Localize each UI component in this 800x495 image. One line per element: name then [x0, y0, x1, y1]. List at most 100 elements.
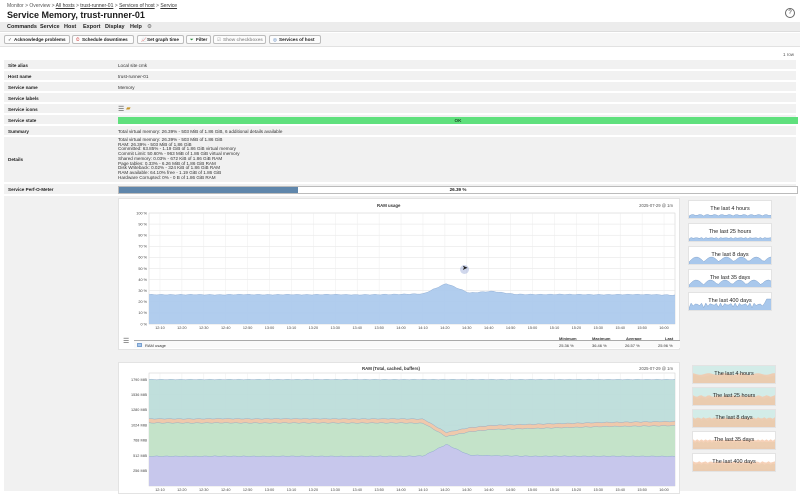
thumb-last-25-hours[interactable]: The last 25 hours [688, 223, 772, 242]
breadcrumb-service[interactable]: Service [160, 3, 177, 9]
x-tick-label: 15:00 [528, 326, 538, 330]
schedule-downtimes-button[interactable]: ⏲ Schedule downtimes [72, 35, 134, 44]
thumb2-last-8-days[interactable]: The last 8 days [692, 409, 776, 428]
y-tick-label: 60 % [138, 256, 147, 260]
x-tick-label: 15:30 [594, 488, 604, 492]
x-tick-label: 15:50 [637, 488, 647, 492]
toolbar: ✓ Acknowledge problems ⏲ Schedule downtime… [0, 33, 800, 47]
service-state-label: Service state [8, 118, 37, 123]
y-tick-label: 30 % [138, 289, 147, 293]
services-label: Services of host [279, 37, 315, 42]
legend-swatch [137, 343, 142, 347]
host-name-label: Host name [8, 74, 32, 79]
thumb-last-400-days[interactable]: The last 400 days [688, 292, 772, 311]
thumb-label: The last 400 days [712, 459, 756, 465]
row-service-labels: Service labels [4, 93, 796, 103]
ram-total-cached-graph[interactable]: RAM (Total, cached, buffers) 2025-07-29 … [118, 362, 680, 494]
set-graph-time-button[interactable]: 📈Set graph time [137, 35, 184, 44]
menu-icon[interactable]: ☰ [118, 105, 124, 113]
site-alias-value: Local site cmk [118, 63, 148, 68]
services-of-host-button[interactable]: ◎ Services of host [269, 35, 321, 44]
perf-o-meter-value: 26.39 % [449, 186, 467, 192]
perf-o-meter[interactable]: 26.39 % [118, 185, 798, 194]
ram-usage-graph[interactable]: RAM usage 2025-07-29 @ 1m 100 % 90 % 80 % 7… [118, 198, 680, 350]
x-tick-label: 13:10 [287, 326, 297, 330]
menu-settings-icon[interactable]: ⚙ [147, 24, 152, 30]
host-name-value[interactable]: trust-runner-01 [118, 74, 148, 79]
menu-export[interactable]: Export [83, 24, 100, 30]
filter-button[interactable]: ⏷ Filter [186, 35, 211, 44]
service-name-label: Service name [8, 85, 38, 90]
cursor-arrow-icon: ➤ [462, 265, 468, 272]
thumb-label: The last 25 hours [712, 393, 756, 399]
x-tick-label: 14:20 [440, 488, 450, 492]
site-alias-label: Site alias [8, 63, 28, 68]
filter-label: Filter [196, 37, 208, 42]
x-tick-label: 16:00 [659, 326, 669, 330]
sparkline-area [689, 214, 771, 218]
legend-series-name: RAM usage [145, 342, 166, 348]
x-tick-label: 15:10 [550, 488, 560, 492]
breadcrumb-all-hosts[interactable]: All hosts [56, 3, 75, 9]
breadcrumb-sep: > [156, 3, 159, 9]
show-checkboxes-button[interactable]: ☑ Show checkboxes [213, 35, 266, 44]
x-tick-label: 12:20 [177, 326, 187, 330]
y-tick-label: 768 MiB [133, 439, 147, 443]
breadcrumb-services[interactable]: Services of host [119, 3, 155, 9]
legend-minimum: 25.36 % [559, 342, 574, 348]
menu-service[interactable]: Service [40, 24, 60, 30]
row-service-icons: Service icons ☰ ▰ [4, 104, 796, 114]
breadcrumb: Monitor > Overview > All hosts > trust-r… [7, 3, 177, 9]
menu-host[interactable]: Host [64, 24, 76, 30]
x-tick-label: 14:10 [418, 488, 428, 492]
y-tick-label: 0 % [140, 322, 147, 326]
x-tick-label: 15:40 [615, 326, 625, 330]
acknowledge-problems-button[interactable]: ✓ Acknowledge problems [4, 35, 70, 44]
x-tick-label: 13:00 [265, 488, 275, 492]
thumb-label: The last 25 hours [708, 229, 752, 235]
breadcrumb-overview[interactable]: Overview [29, 3, 50, 9]
thumb2-last-35-days[interactable]: The last 35 days [692, 431, 776, 450]
y-tick-label: 40 % [138, 278, 147, 282]
x-tick-label: 13:20 [309, 488, 319, 492]
menu-display[interactable]: Display [105, 24, 125, 30]
breadcrumb-monitor[interactable]: Monitor [7, 3, 24, 9]
thumb-last-4-hours[interactable]: The last 4 hours [688, 200, 772, 219]
folder-icon[interactable]: ▰ [126, 105, 131, 112]
menu-commands[interactable]: Commands [7, 24, 37, 30]
details-value: Total virtual memory: 26.39% - 503 MiB o… [118, 137, 240, 180]
mouse-cursor: ➤ [460, 265, 469, 274]
x-tick-label: 14:30 [462, 326, 472, 330]
row-site-alias: Site alias Local site cmk [4, 60, 796, 70]
graph-menu-icon[interactable]: ☰ [123, 337, 129, 345]
service-icons-label: Service icons [8, 107, 38, 112]
service-name-value: Memory [118, 85, 135, 90]
help-icon[interactable]: ? [785, 8, 795, 18]
breadcrumb-host[interactable]: trust-runner-01 [80, 3, 113, 9]
legend-maximum: 36.46 % [592, 342, 607, 348]
x-tick-label: 15:00 [528, 488, 538, 492]
thumb-last-35-days[interactable]: The last 35 days [688, 269, 772, 288]
ram-usage-chart: 100 % 90 % 80 % 70 % 60 % 50 % 40 % 30 % 20 % 10 … [136, 211, 676, 330]
checkboxes-label: Show checkboxes [223, 37, 263, 42]
x-tick-label: 12:50 [243, 488, 253, 492]
thumb-last-8-days[interactable]: The last 8 days [688, 246, 772, 265]
x-tick-label: 15:40 [615, 488, 625, 492]
thumb-label: The last 400 days [708, 298, 752, 304]
thumb2-last-25-hours[interactable]: The last 25 hours [692, 387, 776, 406]
y-tick-label: 512 MiB [133, 454, 147, 458]
menu-help[interactable]: Help [130, 24, 142, 30]
x-tick-label: 12:50 [243, 326, 253, 330]
thumb2-last-4-hours[interactable]: The last 4 hours [692, 365, 776, 384]
x-tick-label: 14:40 [484, 488, 494, 492]
thumb-label: The last 35 days [709, 275, 751, 281]
row-perf-o-meter: Service Perf-O-Meter 26.39 % [4, 184, 798, 195]
y-tick-label: 80 % [138, 234, 147, 238]
x-tick-label: 13:00 [265, 326, 275, 330]
thumb2-last-400-days[interactable]: The last 400 days [692, 453, 776, 472]
x-tick-label: 12:40 [221, 488, 231, 492]
summary-label: Summary [8, 129, 29, 134]
breadcrumb-sep: > [25, 3, 28, 9]
page-title: Service Memory, trust-runner-01 [7, 10, 145, 20]
y-tick-label: 10 % [138, 311, 147, 315]
